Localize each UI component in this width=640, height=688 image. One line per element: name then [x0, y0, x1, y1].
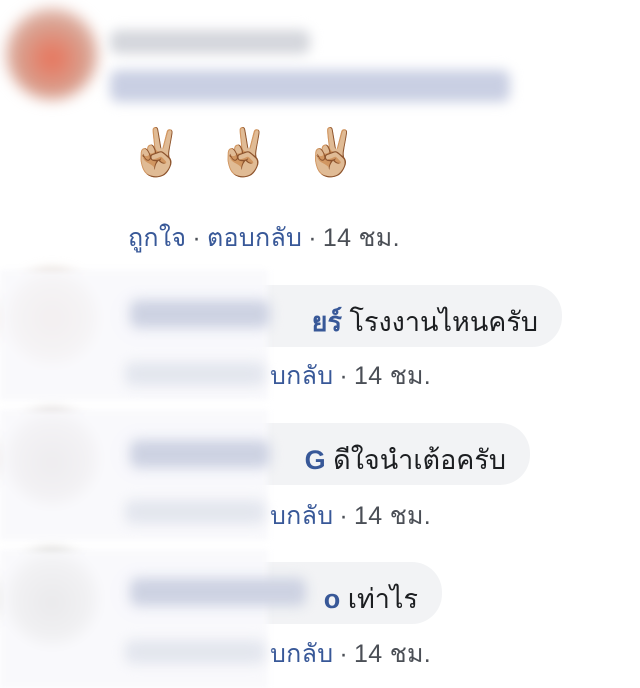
redacted-name-area [0, 550, 268, 688]
victory-hand-emoji-icon: ✌🏼 [215, 125, 273, 179]
separator: · [339, 640, 349, 668]
comment-emoji-row: ✌🏼 ✌🏼 ✌🏼 [128, 122, 360, 182]
reply-link[interactable]: บกลับ [270, 502, 333, 530]
separator: · [339, 502, 349, 530]
commenter-name[interactable]: o [324, 584, 341, 614]
redacted-name [130, 578, 306, 606]
reply-link[interactable]: ตอบกลับ [207, 224, 302, 252]
reply-link[interactable]: บกลับ [270, 362, 333, 390]
commenter-name[interactable]: G [305, 445, 326, 475]
reply-link[interactable]: บกลับ [270, 640, 333, 668]
comment-actions: ถูกใจ · ตอบกลับ · 14 ชม. [128, 218, 400, 258]
comment-actions: บกลับ · 14 ชม. [270, 496, 431, 536]
timestamp[interactable]: 14 ชม. [323, 224, 400, 252]
separator: · [192, 224, 201, 252]
comment-actions: บกลับ · 14 ชม. [270, 634, 431, 674]
comment-text: เท่าไร [347, 584, 418, 614]
timestamp[interactable]: 14 ชม. [354, 640, 431, 668]
separator: · [308, 224, 317, 252]
comment-text: ดีใจนำเต้อครับ [333, 445, 506, 475]
redacted-actions [125, 500, 265, 524]
redacted-actions [125, 640, 265, 664]
like-link[interactable]: ถูกใจ [128, 224, 186, 252]
separator: · [339, 362, 349, 390]
redacted-actions [125, 362, 265, 386]
comment-text: โรงงานไหนครับ [349, 307, 538, 337]
redacted-name [130, 300, 270, 328]
comment-actions: บกลับ · 14 ชม. [270, 356, 431, 396]
victory-hand-emoji-icon: ✌🏼 [128, 125, 186, 179]
victory-hand-emoji-icon: ✌🏼 [302, 125, 360, 179]
timestamp[interactable]: 14 ชม. [354, 502, 431, 530]
redacted-name [110, 30, 310, 54]
timestamp[interactable]: 14 ชม. [354, 362, 431, 390]
redacted-text [110, 70, 510, 102]
commenter-name[interactable]: ยร์ [312, 307, 342, 337]
redacted-name [130, 440, 270, 468]
avatar[interactable] [6, 8, 98, 100]
